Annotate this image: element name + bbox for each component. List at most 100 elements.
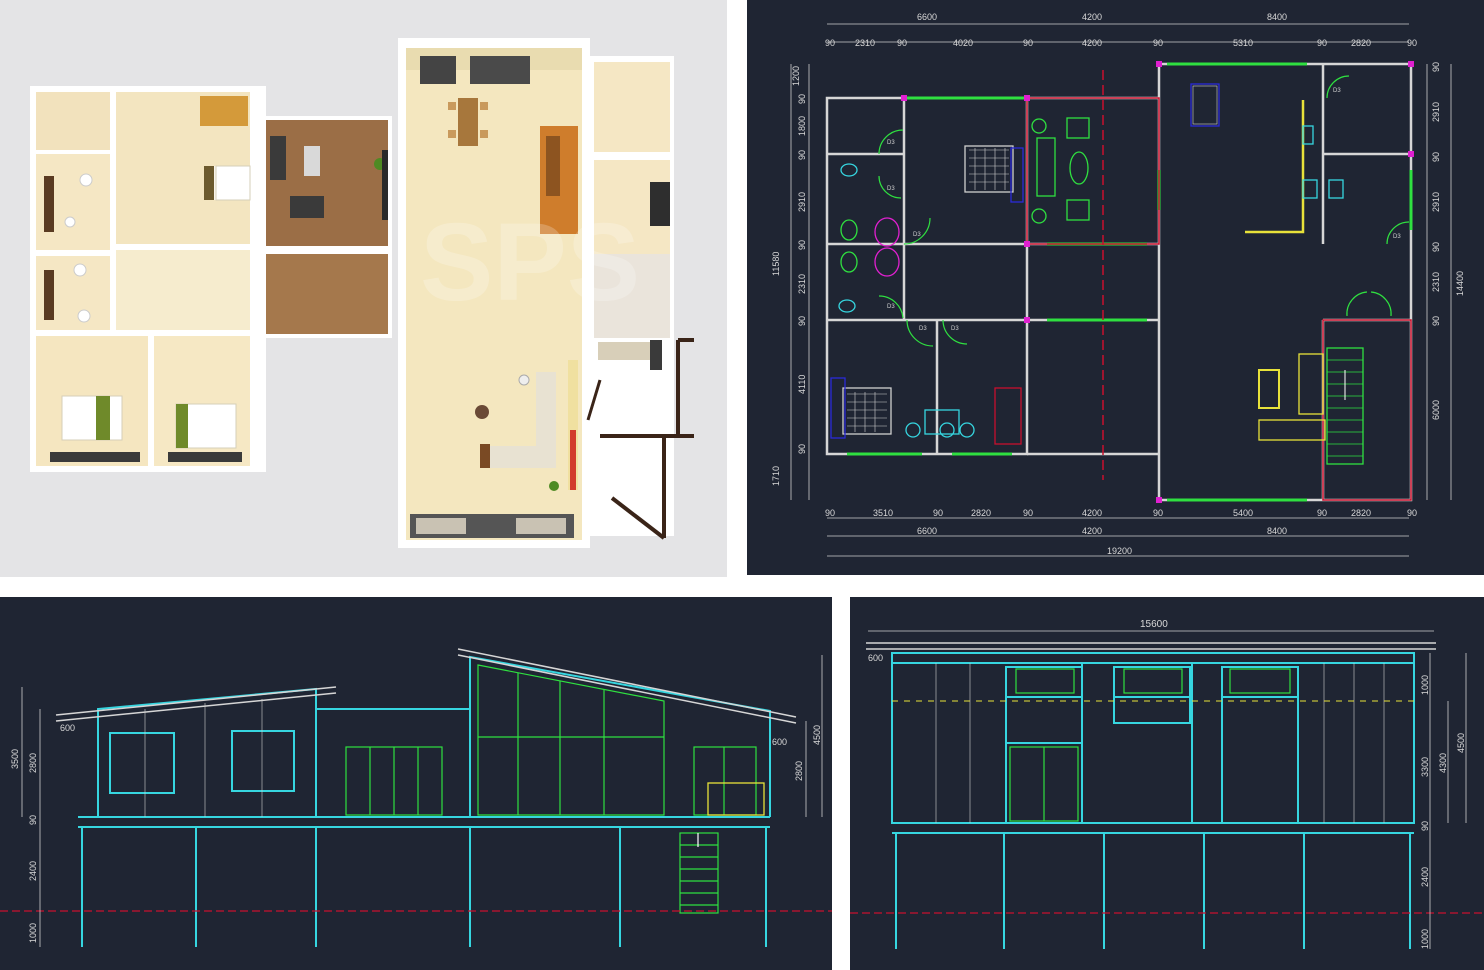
plan-columns — [901, 61, 1414, 503]
top-dim-a1: 6600 — [917, 12, 937, 22]
top-dim-a2: 4200 — [1082, 12, 1102, 22]
side-dim-90: 90 — [1420, 821, 1430, 831]
render-panel: SPS — [0, 0, 727, 577]
side-roof — [866, 642, 1436, 650]
left-dimensions: 11580 1200 90 1800 90 2910 90 2310 90 41… — [771, 64, 810, 500]
bottom-dim-a7: 90 — [1153, 508, 1163, 518]
top-dim-a3: 8400 — [1267, 12, 1287, 22]
left-dim-11: 1710 — [771, 466, 781, 486]
side-elevation-panel: 15600 600 1000 3300 90 2400 1000 4300 45… — [850, 597, 1484, 970]
left-dim-4: 90 — [797, 150, 807, 160]
cad-front-elevation: 3500 2800 90 2400 1000 2800 4500 600 600 — [0, 648, 832, 947]
left-dim-5: 2910 — [797, 192, 807, 212]
top-dimensions: 6600 4200 8400 90 2310 90 4020 90 4200 9… — [825, 12, 1417, 48]
bottom-dim-b3: 8400 — [1267, 526, 1287, 536]
left-dim-6: 90 — [797, 240, 807, 250]
right-dim-5: 90 — [1431, 242, 1441, 252]
front-siding — [144, 699, 263, 817]
side-dim-2400: 2400 — [1420, 867, 1430, 887]
door-tag-4: D3 — [887, 304, 895, 310]
top-dim-b10: 2820 — [1351, 38, 1371, 48]
bottom-dim-a1: 90 — [825, 508, 835, 518]
front-dim-90: 90 — [28, 815, 38, 825]
front-left-dims: 3500 2800 90 2400 1000 — [10, 687, 41, 947]
bottom-dim-a3: 90 — [933, 508, 943, 518]
top-dim-b4: 4020 — [953, 38, 973, 48]
side-dim-4500: 4500 — [1456, 733, 1466, 753]
top-dim-b7: 90 — [1153, 38, 1163, 48]
top-dim-b2: 2310 — [855, 38, 875, 48]
plan-furniture — [830, 83, 1364, 465]
front-elevation-panel: 3500 2800 90 2400 1000 2800 4500 600 600 — [0, 597, 832, 970]
top-dim-b8: 5310 — [1233, 38, 1253, 48]
bottom-dim-a9: 90 — [1317, 508, 1327, 518]
right-dim-3: 90 — [1431, 152, 1441, 162]
bottom-dim-b1: 6600 — [917, 526, 937, 536]
top-dim-b11: 90 — [1407, 38, 1417, 48]
render-watermark: SPS — [420, 201, 640, 324]
top-dim-b9: 90 — [1317, 38, 1327, 48]
left-dim-9: 4110 — [797, 375, 807, 394]
door-tag-2: D3 — [887, 186, 895, 192]
bottom-total: 19200 — [1107, 546, 1132, 556]
left-dim-8: 90 — [797, 316, 807, 326]
front-dim-1000: 1000 — [28, 923, 38, 943]
front-right-4500: 4500 — [812, 725, 822, 745]
bottom-dimensions: 90 3510 90 2820 90 4200 90 5400 90 2820 … — [825, 508, 1417, 557]
front-dim-2400: 2400 — [28, 861, 38, 881]
front-dim-2800: 2800 — [28, 753, 38, 773]
right-dim-7: 90 — [1431, 316, 1441, 326]
front-right-2800: 2800 — [794, 761, 804, 781]
left-dim-3: 1800 — [797, 116, 807, 136]
center-lounge-render — [262, 116, 392, 338]
left-wing-render — [30, 86, 266, 472]
cad-floorplan: 6600 4200 8400 90 2310 90 4020 90 4200 9… — [771, 12, 1465, 557]
bottom-dim-a4: 2820 — [971, 508, 991, 518]
cad-side-elevation: 15600 600 1000 3300 90 2400 1000 4300 45… — [850, 619, 1484, 949]
front-eave-right: 600 — [772, 737, 787, 747]
plan-doors — [878, 75, 1410, 347]
left-dim-7: 2310 — [797, 274, 807, 294]
top-dim-b1: 90 — [825, 38, 835, 48]
right-dim-6: 2310 — [1431, 272, 1441, 292]
bottom-dim-a6: 4200 — [1082, 508, 1102, 518]
floorplan-panel: 6600 4200 8400 90 2310 90 4020 90 4200 9… — [747, 0, 1484, 575]
side-dim-4300: 4300 — [1438, 753, 1448, 773]
side-right-dims: 1000 3300 90 2400 1000 4300 4500 — [1420, 653, 1467, 949]
door-tag-6: D3 — [951, 326, 959, 332]
front-roof — [55, 648, 797, 724]
right-dim-1: 90 — [1431, 62, 1441, 72]
door-tag-1: D3 — [887, 140, 895, 146]
bottom-dim-a5: 90 — [1023, 508, 1033, 518]
top-dim-b6: 4200 — [1082, 38, 1102, 48]
bottom-dim-b2: 4200 — [1082, 526, 1102, 536]
right-dim-8: 6000 — [1431, 400, 1441, 420]
left-dim-10: 90 — [797, 444, 807, 454]
left-total: 11580 — [771, 252, 781, 276]
bottom-dim-a2: 3510 — [873, 508, 893, 518]
side-dim-3300: 3300 — [1420, 757, 1430, 777]
door-tag-3: D3 — [913, 232, 921, 238]
front-structure — [78, 655, 771, 947]
side-siding — [935, 663, 1385, 823]
right-dimensions: 14400 90 2910 90 2910 90 2310 90 6000 — [1426, 62, 1465, 500]
side-top-dim: 15600 — [868, 619, 1434, 632]
side-glazing — [1009, 668, 1291, 822]
side-dim-1000-bottom: 1000 — [1420, 929, 1430, 949]
front-eave-left: 600 — [60, 723, 75, 733]
top-dim-b5: 90 — [1023, 38, 1033, 48]
side-dim-1000-top: 1000 — [1420, 675, 1430, 695]
bottom-dim-a10: 2820 — [1351, 508, 1371, 518]
right-total: 14400 — [1455, 271, 1465, 296]
side-eave: 600 — [868, 653, 883, 663]
left-dim-2: 90 — [797, 94, 807, 104]
right-dim-2: 2910 — [1431, 102, 1441, 122]
door-tag-7: D3 — [1333, 88, 1341, 94]
plan-red-lines — [1026, 70, 1412, 501]
front-right-dims: 2800 4500 — [794, 655, 823, 817]
bottom-dim-a8: 5400 — [1233, 508, 1253, 518]
door-tag-5: D3 — [919, 326, 927, 332]
bottom-dim-a11: 90 — [1407, 508, 1417, 518]
top-dim-b3: 90 — [897, 38, 907, 48]
side-dim-15600: 15600 — [1140, 619, 1168, 630]
